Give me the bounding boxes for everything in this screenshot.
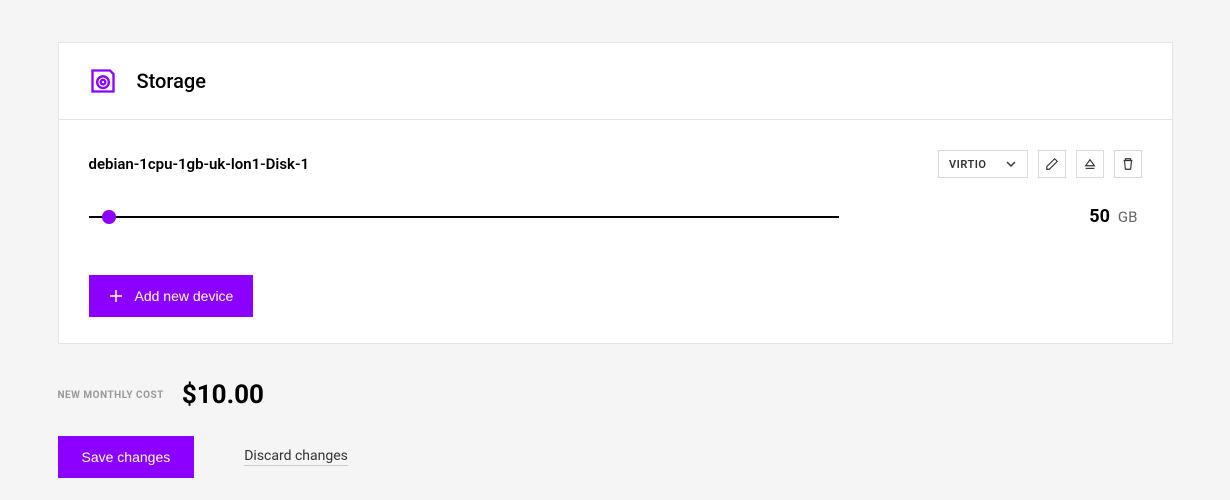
discard-link[interactable]: Discard changes — [244, 448, 348, 466]
trash-icon — [1121, 157, 1135, 171]
edit-button[interactable] — [1038, 150, 1066, 178]
eject-icon — [1083, 157, 1097, 171]
delete-button[interactable] — [1114, 150, 1142, 178]
cost-row: NEW MONTHLY COST $10.00 — [58, 380, 1173, 410]
disk-controls: VIRTIO — [938, 150, 1141, 178]
size-unit: GB — [1118, 208, 1138, 226]
slider-row: 50 GB — [89, 206, 1142, 227]
bus-type-value: VIRTIO — [949, 158, 986, 171]
section-title: Storage — [137, 69, 206, 93]
storage-icon — [89, 67, 117, 95]
card-body: debian-1cpu-1gb-uk-lon1-Disk-1 VIRTIO — [59, 120, 1172, 343]
size-value: 50 — [1089, 206, 1110, 227]
slider-thumb[interactable] — [102, 210, 116, 224]
footer: NEW MONTHLY COST $10.00 Save changes Dis… — [58, 344, 1173, 478]
eject-button[interactable] — [1076, 150, 1104, 178]
add-device-button[interactable]: Add new device — [89, 275, 254, 317]
disk-name: debian-1cpu-1gb-uk-lon1-Disk-1 — [89, 155, 310, 173]
cost-value: $10.00 — [182, 380, 264, 410]
add-device-label: Add new device — [135, 288, 234, 304]
card-header: Storage — [59, 43, 1172, 120]
chevron-down-icon — [1005, 158, 1017, 170]
action-row: Save changes Discard changes — [58, 436, 1173, 478]
bus-type-select[interactable]: VIRTIO — [938, 150, 1027, 178]
storage-card: Storage debian-1cpu-1gb-uk-lon1-Disk-1 V… — [58, 42, 1173, 344]
save-button[interactable]: Save changes — [58, 436, 195, 478]
disk-header-row: debian-1cpu-1gb-uk-lon1-Disk-1 VIRTIO — [89, 150, 1142, 178]
pencil-icon — [1045, 157, 1059, 171]
cost-label: NEW MONTHLY COST — [58, 390, 164, 401]
size-display: 50 GB — [1089, 206, 1141, 227]
disk-size-slider[interactable] — [89, 216, 839, 218]
plus-icon — [109, 289, 123, 303]
